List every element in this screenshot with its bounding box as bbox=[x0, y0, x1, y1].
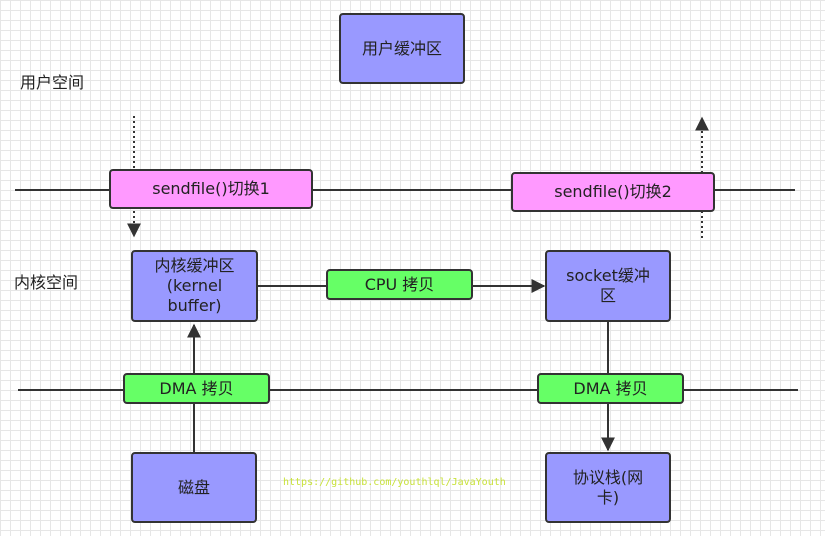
dma-copy-right-text: DMA 拷贝 bbox=[573, 378, 648, 398]
socket-buffer-node: socket缓冲 区 bbox=[545, 250, 671, 322]
protocol-stack-line-2: 卡) bbox=[596, 487, 620, 507]
kernel-buffer-line-1: 内核缓冲区 bbox=[154, 256, 235, 275]
protocol-stack-line-1: 协议栈(网 bbox=[572, 467, 644, 487]
user-buffer-text: 用户缓冲区 bbox=[361, 38, 442, 58]
sendfile-switch-1-text: sendfile()切换1 bbox=[152, 179, 270, 198]
socket-buffer-line-2: 区 bbox=[599, 286, 616, 305]
dma-copy-left-text: DMA 拷贝 bbox=[159, 378, 234, 398]
kernel-buffer-line-2: (kernel bbox=[166, 276, 223, 295]
kernel-buffer-node: 内核缓冲区 (kernel buffer) bbox=[131, 250, 258, 322]
protocol-stack-node: 协议栈(网 卡) bbox=[545, 452, 671, 523]
kernel-space-label: 内核空间 bbox=[14, 273, 79, 292]
sendfile-switch-1-node: sendfile()切换1 bbox=[109, 169, 313, 209]
sendfile-switch-2-text: sendfile()切换2 bbox=[554, 182, 672, 201]
disk-node: 磁盘 bbox=[131, 452, 257, 523]
dma-copy-right-node: DMA 拷贝 bbox=[537, 373, 684, 404]
socket-buffer-line-1: socket缓冲 bbox=[566, 266, 650, 285]
cpu-copy-text: CPU 拷贝 bbox=[364, 274, 435, 294]
kernel-buffer-line-3: buffer) bbox=[167, 296, 222, 315]
sendfile-switch-2-node: sendfile()切换2 bbox=[511, 172, 715, 212]
user-buffer-node: 用户缓冲区 bbox=[339, 13, 465, 84]
watermark-url: https://github.com/youthlql/JavaYouth bbox=[283, 477, 506, 488]
user-space-label: 用户空间 bbox=[20, 73, 85, 92]
cpu-copy-node: CPU 拷贝 bbox=[326, 269, 473, 300]
dma-copy-left-node: DMA 拷贝 bbox=[123, 373, 270, 404]
disk-text: 磁盘 bbox=[177, 477, 210, 497]
